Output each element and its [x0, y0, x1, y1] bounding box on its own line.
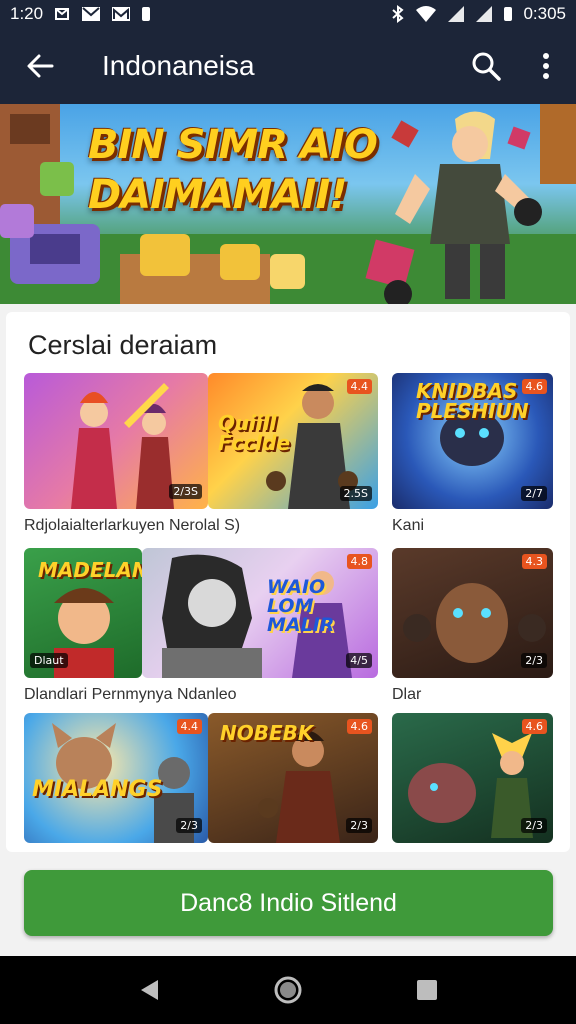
- banner-headline-line1: BIN SIMR AIO: [88, 122, 378, 168]
- status-icons-right: 0:305: [391, 4, 566, 24]
- nav-home-button[interactable]: [263, 965, 313, 1015]
- arrow-left-icon: [27, 54, 54, 78]
- tile-badge: 4.6: [521, 379, 547, 394]
- more-options-button[interactable]: [516, 28, 576, 104]
- battery-icon: [142, 7, 151, 21]
- tile-badge: 2/7: [521, 486, 547, 501]
- app-bar-actions: [456, 28, 576, 104]
- search-button[interactable]: [456, 28, 516, 104]
- system-nav-bar: [0, 956, 576, 1024]
- back-button[interactable]: [0, 28, 80, 104]
- game-tile-9[interactable]: 4.6 2/3: [392, 713, 553, 843]
- gmail-icon: [112, 7, 131, 21]
- tile-caption: Rdjolaialterlarkuyen Nerolal S): [24, 517, 241, 534]
- tile-badge: 4/5: [346, 653, 372, 668]
- game-tile-4[interactable]: MADELAN Dlaut: [24, 548, 142, 678]
- tile-badge: 4.4: [176, 719, 202, 734]
- tile-title: Quiill Fcclde: [218, 411, 291, 455]
- wifi-icon: [416, 6, 437, 22]
- primary-action-button[interactable]: Danc8 Indio Sitlend: [24, 870, 553, 936]
- battery-icon: [504, 7, 513, 21]
- banner-headline: BIN SIMR AIO DAIMAMAII!: [88, 120, 388, 220]
- nav-back-button[interactable]: [124, 965, 174, 1015]
- app-bar: Indonaneisa: [0, 28, 576, 104]
- game-tile-6[interactable]: 4.3 2/3: [392, 548, 553, 678]
- nav-recents-icon: [416, 980, 437, 1000]
- game-tile-8[interactable]: NOBEBK 4.6 2/3: [208, 713, 378, 843]
- bluetooth-icon: [392, 5, 405, 23]
- game-tile-3[interactable]: KNIDBAS PLESHIUN 4.6 2/7: [392, 373, 553, 509]
- more-vert-icon: [543, 53, 549, 79]
- tile-title: WAIO LOM MALIR: [267, 576, 335, 636]
- tile-badge: 2/3: [346, 818, 372, 833]
- page-title: Indonaneisa: [102, 50, 255, 81]
- settings-icon: [55, 8, 70, 20]
- promo-banner[interactable]: BIN SIMR AIO DAIMAMAII!: [0, 104, 576, 304]
- nav-recents-button[interactable]: [402, 965, 452, 1015]
- tile-badge: 4.6: [346, 719, 372, 734]
- tile-title: MADELAN: [38, 558, 142, 582]
- section-title: Cerslai deraiam: [28, 330, 218, 360]
- status-bar: 1:20 0:305: [0, 0, 576, 28]
- game-tile-7[interactable]: MIALANGS 4.4 2/3: [24, 713, 208, 843]
- tile-badge: 4.4: [346, 379, 372, 394]
- search-icon: [472, 52, 501, 81]
- game-tile-2[interactable]: Quiill Fcclde 4.4 2.5S: [208, 373, 378, 509]
- tile-badge: 2/3: [521, 653, 547, 668]
- tile-caption: Dlar: [392, 686, 422, 703]
- signal-icon: [476, 6, 493, 22]
- tile-caption: Kani: [392, 517, 425, 534]
- tile-badge: 2/3: [176, 818, 202, 833]
- game-tile-1[interactable]: 2/3S: [24, 373, 208, 509]
- tile-badge: 2/3S: [169, 484, 202, 499]
- tile-badge: 2/3: [521, 818, 547, 833]
- tile-badge: 4.3: [521, 554, 547, 569]
- banner-headline-line2: DAIMAMAII!: [88, 172, 348, 218]
- status-time-right: 0:305: [523, 4, 566, 23]
- tile-badge: Dlaut: [30, 653, 68, 668]
- status-icons-left: [53, 5, 151, 23]
- nav-home-icon: [274, 976, 302, 1004]
- tile-badge: 4.6: [521, 719, 547, 734]
- tile-title: MIALANGS: [32, 777, 163, 802]
- gmail-icon: [82, 7, 101, 21]
- tile-badge: 4.8: [346, 554, 372, 569]
- status-time: 1:20: [10, 4, 44, 23]
- tile-title: NOBEBK: [220, 721, 314, 745]
- nav-back-icon: [141, 980, 159, 1000]
- tile-caption: Dlandlari Pernmynya Ndanleo: [24, 686, 237, 703]
- signal-icon: [448, 6, 465, 22]
- game-tile-5[interactable]: WAIO LOM MALIR 4.8 4/5: [142, 548, 378, 678]
- tile-badge: 2.5S: [339, 486, 372, 501]
